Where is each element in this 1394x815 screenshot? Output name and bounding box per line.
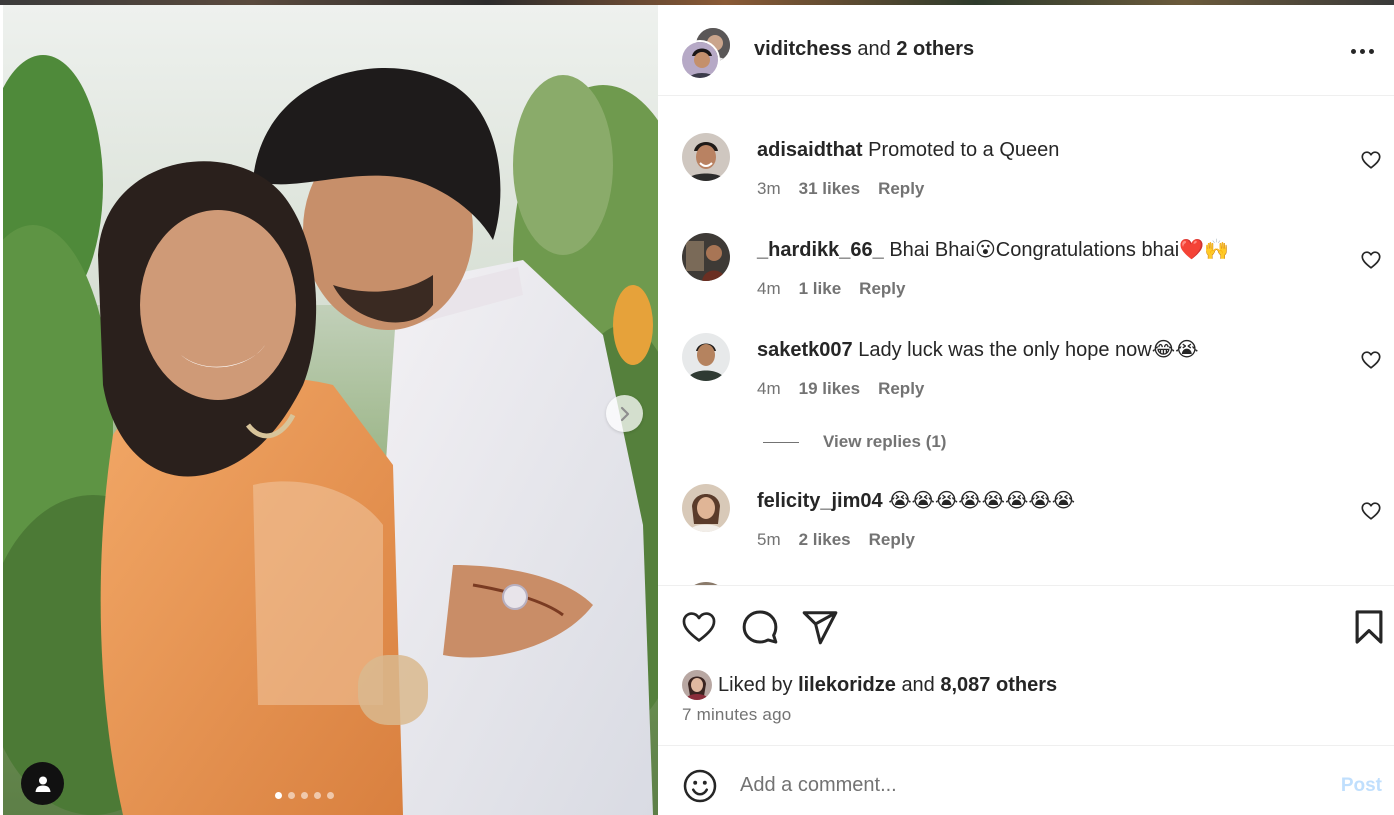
comment-text: 😭😭😭😭😭😭😭😭 xyxy=(888,490,1076,512)
comment-text: Promoted to a Queen xyxy=(868,139,1060,161)
replies-divider xyxy=(763,441,799,443)
comment-meta: 5m 2 likes Reply xyxy=(757,530,915,550)
comment-likes[interactable]: 19 likes xyxy=(799,379,860,399)
heart-icon[interactable] xyxy=(1360,349,1382,371)
view-replies-label: View replies (1) xyxy=(823,432,947,451)
carousel-dot xyxy=(288,792,295,799)
share-icon[interactable] xyxy=(801,608,839,646)
comment-likes[interactable]: 2 likes xyxy=(799,530,851,550)
chevron-right-icon xyxy=(620,406,629,421)
comment-meta: 4m 19 likes Reply xyxy=(757,379,924,399)
carousel-dot xyxy=(327,792,334,799)
comment-time[interactable]: 5m xyxy=(757,530,781,550)
post-details-panel: viditchess and 2 others adisaidthat Prom… xyxy=(658,5,1394,815)
comment-item: felicity_jim04 😭😭😭😭😭😭😭😭 5m 2 likes Reply xyxy=(658,484,1394,584)
comments-list[interactable]: adisaidthat Promoted to a Queen 3m 31 li… xyxy=(658,97,1394,585)
comment-likes[interactable]: 31 likes xyxy=(799,179,860,199)
comment-text-line: adisaidthat Promoted to a Queen xyxy=(757,137,1059,163)
author-connector: and xyxy=(857,38,891,60)
comment-time[interactable]: 4m xyxy=(757,279,781,299)
comment-text-line: felicity_jim04 😭😭😭😭😭😭😭😭 xyxy=(757,488,1075,514)
user-tag-icon xyxy=(35,776,50,792)
heart-icon[interactable] xyxy=(1360,500,1382,522)
comment-time[interactable]: 3m xyxy=(757,179,781,199)
comment-avatar[interactable] xyxy=(682,233,730,281)
post-actions: Liked by lilekoridze and 8,087 others 7 … xyxy=(658,585,1394,745)
post-timestamp[interactable]: 7 minutes ago xyxy=(682,705,791,725)
comment-username[interactable]: _hardikk_66_ xyxy=(757,239,884,261)
reply-button[interactable]: Reply xyxy=(859,279,905,299)
avatar[interactable] xyxy=(680,40,720,80)
comment-likes[interactable]: 1 like xyxy=(799,279,842,299)
more-options-button[interactable] xyxy=(1348,39,1376,63)
carousel-dot xyxy=(301,792,308,799)
liked-by-connector: and xyxy=(901,673,935,696)
comment-username[interactable]: adisaidthat xyxy=(757,139,863,161)
post-authors: viditchess and 2 others xyxy=(754,38,974,61)
author-username[interactable]: viditchess xyxy=(754,38,852,60)
emoji-icon[interactable] xyxy=(682,768,718,804)
comment-username[interactable]: saketk007 xyxy=(757,339,853,361)
reply-button[interactable]: Reply xyxy=(869,530,915,550)
comment-avatar[interactable] xyxy=(682,484,730,532)
tagged-users-button[interactable] xyxy=(21,762,64,805)
comment-avatar[interactable] xyxy=(682,333,730,381)
heart-icon[interactable] xyxy=(1360,149,1382,171)
heart-icon[interactable] xyxy=(1360,249,1382,271)
view-replies-button[interactable]: View replies (1) xyxy=(763,432,946,452)
post-comment-button[interactable]: Post xyxy=(1341,775,1382,797)
post-photo xyxy=(3,5,658,815)
bookmark-icon[interactable] xyxy=(1350,608,1388,646)
comment-text: Bhai Bhai😮Congratulations bhai❤️🙌 xyxy=(889,239,1230,261)
comment-avatar[interactable] xyxy=(682,133,730,181)
comment-item: saketk007 Lady luck was the only hope no… xyxy=(658,333,1394,433)
comment-time[interactable]: 4m xyxy=(757,379,781,399)
comment-text-line: saketk007 Lady luck was the only hope no… xyxy=(757,337,1198,363)
add-comment-bar: Post xyxy=(658,745,1394,815)
carousel-dot xyxy=(314,792,321,799)
post-header: viditchess and 2 others xyxy=(658,5,1394,96)
likes-count[interactable]: 8,087 others xyxy=(940,674,1057,697)
liked-by-line: Liked by lilekoridze and 8,087 others xyxy=(682,670,1057,700)
heart-icon[interactable] xyxy=(680,608,718,646)
post-media[interactable] xyxy=(3,5,658,815)
liked-by-user[interactable]: lilekoridze xyxy=(798,674,896,697)
comment-item: _hardikk_66_ Bhai Bhai😮Congratulations b… xyxy=(658,233,1394,333)
reply-button[interactable]: Reply xyxy=(878,379,924,399)
comment-text-line: _hardikk_66_ Bhai Bhai😮Congratulations b… xyxy=(757,237,1229,263)
comment-text: Lady luck was the only hope now😂😭 xyxy=(858,339,1199,361)
more-icon xyxy=(1350,48,1356,54)
liked-by-prefix: Liked by xyxy=(718,673,793,696)
author-others[interactable]: 2 others xyxy=(896,38,974,60)
next-slide-button[interactable] xyxy=(606,395,643,432)
comment-username[interactable]: felicity_jim04 xyxy=(757,490,883,512)
comment-item: adisaidthat Promoted to a Queen 3m 31 li… xyxy=(658,133,1394,233)
carousel-dots xyxy=(275,792,334,799)
comment-icon[interactable] xyxy=(741,608,779,646)
collab-avatars[interactable] xyxy=(680,26,732,80)
comment-meta: 3m 31 likes Reply xyxy=(757,179,924,199)
comment-meta: 4m 1 like Reply xyxy=(757,279,905,299)
comment-input[interactable] xyxy=(740,766,1300,804)
reply-button[interactable]: Reply xyxy=(878,179,924,199)
carousel-dot xyxy=(275,792,282,799)
avatar[interactable] xyxy=(682,670,712,700)
